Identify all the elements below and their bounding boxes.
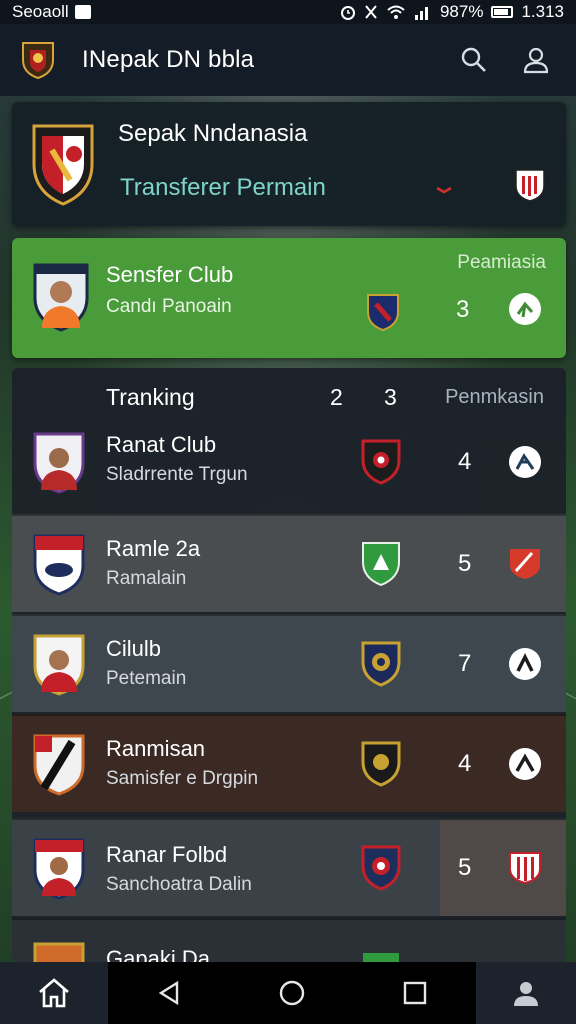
action-icon[interactable] [508,747,542,781]
club-subtitle: Sladrrente Trgun [106,464,248,485]
league-crest-icon [32,124,94,206]
featured-club-name: Sensfer Club [106,262,234,287]
rank-number: 5 [458,550,472,577]
hero-title: Sepak Nndanasia [118,120,308,147]
rank-number: 4 [458,448,472,475]
back-triangle-icon [159,980,179,1006]
signal-icon [414,7,428,20]
ranking-header-right: Penmkasin [445,386,544,408]
search-icon [461,47,486,72]
player-avatar [33,634,85,696]
profile-nav-button[interactable] [476,962,576,1024]
battery-icon [491,6,514,18]
ranking-row[interactable]: Gapaki Da [12,918,566,962]
mute-icon [365,5,377,19]
action-icon[interactable] [508,647,542,681]
alarm-icon [340,6,355,20]
featured-header: Peamiasia [457,252,546,273]
club-crest-icon [362,542,400,587]
club-crest-icon [361,845,401,891]
rank-number: 4 [458,750,472,777]
action-icon[interactable] [508,292,542,326]
profile-button[interactable] [516,40,556,80]
ranking-row[interactable]: Ranar Folbd Sanchoatra Dalin 5 [12,818,566,916]
club-subtitle: Petemain [106,668,187,689]
club-name: Cilulb [106,636,162,661]
battery-percent: 987% [439,2,484,21]
club-crest-icon [361,641,401,687]
club-badge-icon [515,169,545,202]
club-name: Gapaki Da [106,946,210,962]
club-crest-icon [361,741,401,787]
search-button[interactable] [454,40,494,80]
ranking-col-2: 3 [384,384,397,410]
clock: 1.313 [521,2,564,21]
club-flag-icon [509,852,541,885]
user-icon [523,47,549,74]
bottom-navigation [0,962,576,1024]
ranking-label: Tranking [106,384,195,410]
featured-number: 3 [456,296,470,323]
app-logo-icon[interactable] [20,40,56,80]
recents-square-icon [403,981,426,1005]
club-name: Ranar Folbd [106,842,228,867]
club-name: Ranmisan [106,736,206,761]
status-text: Seoaoll [12,2,69,21]
status-right: 987% 1.313 [340,2,564,22]
home-circle-button[interactable] [231,962,354,1024]
wifi-icon [387,5,405,19]
app-bar: INepak DN bbla [0,24,576,96]
club-logo [33,942,85,962]
club-logo [33,534,85,596]
home-circle-icon [279,980,305,1006]
home-button[interactable] [0,962,108,1024]
club-subtitle: Sanchoatra Dalin [106,874,252,895]
status-left: Seoaoll [12,2,91,22]
app-title: INepak DN bbla [82,46,255,73]
ranking-row[interactable]: Ramle 2a Ramalain 5 [12,514,566,612]
ranking-col-1: 2 [330,384,343,410]
ranking-row[interactable]: Cilulb Petemain 7 [12,614,566,712]
user-icon [514,982,539,1006]
notification-icon [74,5,91,19]
club-flag-icon [510,549,540,579]
featured-club-card[interactable]: Sensfer Club Candı Panoain Peamiasia 3 [12,238,566,358]
player-avatar [33,838,85,900]
hero-subtitle: Transferer Permain [120,174,326,201]
club-name: Ramle 2a [106,536,201,561]
club-crest-icon [363,953,399,962]
home-icon [39,978,69,1008]
hero-card[interactable]: Sepak Nndanasia Transferer Permain [12,102,566,226]
back-button[interactable] [108,962,231,1024]
recents-button[interactable] [353,962,476,1024]
club-name: Ranat Club [106,432,217,457]
action-icon[interactable] [508,445,542,479]
player-avatar [33,263,89,332]
club-subtitle: Ramalain [106,568,187,589]
club-crest-icon [367,294,399,332]
club-crest-icon [361,439,401,485]
status-bar: Seoaoll 987% 1.313 [0,0,576,24]
ranking-card: Tranking 2 3 Penmkasin Ranat Club Sladrr… [12,368,566,962]
rank-number: 7 [458,650,472,677]
ranking-row[interactable]: Ranmisan Samisfer e Drgpin 4 [12,714,566,812]
featured-club-subtitle: Candı Panoain [106,296,232,317]
club-subtitle: Samisfer e Drgpin [106,768,259,789]
rank-number: 5 [458,854,472,881]
player-avatar [33,432,85,494]
club-logo [33,734,85,796]
ranking-row[interactable]: Ranat Club Sladrrente Trgun 4 [12,412,566,512]
chevron-icon [436,186,452,194]
